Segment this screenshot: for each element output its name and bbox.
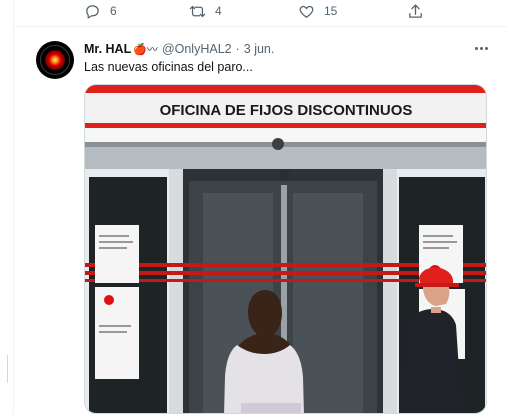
- tweet-media[interactable]: OFICINA DE FIJOS DISCONTINUOS: [84, 84, 487, 414]
- office-photo: OFICINA DE FIJOS DISCONTINUOS: [85, 85, 486, 413]
- reply-icon: [86, 4, 99, 19]
- retweet-button[interactable]: 4: [189, 2, 222, 20]
- more-options-button[interactable]: [472, 40, 490, 56]
- like-button[interactable]: 15: [298, 2, 337, 20]
- hal-eye-icon: [45, 50, 65, 70]
- like-count: 15: [324, 3, 338, 18]
- more-icon: [474, 46, 478, 50]
- header-separator: ·: [235, 42, 240, 56]
- more-icon-dot: [484, 46, 488, 50]
- like-icon: [299, 5, 314, 18]
- tweet-text: Las nuevas oficinas del paro...: [84, 60, 253, 74]
- rail-divider: [0, 355, 8, 383]
- share-icon: [409, 3, 422, 18]
- retweet-icon: [189, 5, 206, 17]
- more-icon-dot: [479, 46, 483, 50]
- tweet-header: Mr. HAL 🍎〰 @OnlyHAL2 · 3 jun.: [84, 40, 274, 58]
- share-button[interactable]: [407, 2, 424, 20]
- reply-button[interactable]: 6: [84, 2, 117, 20]
- author-emoji: 🍎〰: [133, 44, 158, 56]
- avatar[interactable]: [36, 41, 74, 79]
- office-sign-text: OFICINA DE FIJOS DISCONTINUOS: [160, 102, 413, 119]
- tweet[interactable]: Mr. HAL 🍎〰 @OnlyHAL2 · 3 jun. Las nuevas…: [14, 27, 507, 414]
- left-rail: [0, 0, 14, 414]
- retweet-count: 4: [215, 3, 222, 18]
- author-handle[interactable]: @OnlyHAL2: [162, 42, 232, 56]
- author-name[interactable]: Mr. HAL: [84, 42, 131, 56]
- reply-count: 6: [110, 3, 117, 18]
- previous-tweet-actions: 6 4 15: [40, 0, 507, 24]
- tweet-date[interactable]: 3 jun.: [244, 42, 275, 56]
